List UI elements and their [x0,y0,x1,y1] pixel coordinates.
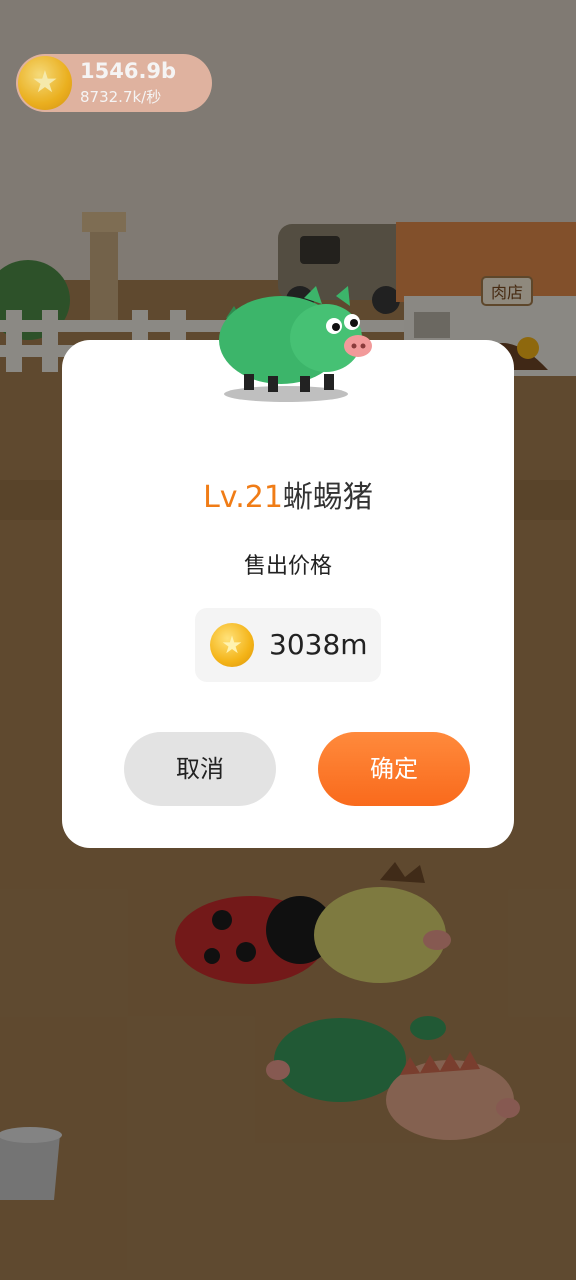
price-display: ★ 3038m [195,608,381,682]
cancel-button[interactable]: 取消 [124,732,276,806]
lizard-pig-icon [219,286,372,402]
confirm-button[interactable]: 确定 [318,732,470,806]
price-value: 3038m [269,628,368,661]
coin-counter: ★ 1546.9b 8732.7k/秒 [16,54,212,112]
coin-rate: 8732.7k/秒 [80,88,162,106]
sell-pig-dialog: Lv.21蜥蜴猪 售出价格 ★ 3038m 取消 确定 [62,340,514,848]
gold-star-coin-icon: ★ [210,623,254,667]
pig-title: Lv.21蜥蜴猪 [62,472,514,516]
coin-total: 1546.9b [80,59,177,83]
pig-name: 蜥蜴猪 [282,480,373,515]
pig-level: Lv.21 [203,480,283,515]
price-label: 售出价格 [243,554,332,579]
gold-star-coin-icon: ★ [18,56,72,110]
